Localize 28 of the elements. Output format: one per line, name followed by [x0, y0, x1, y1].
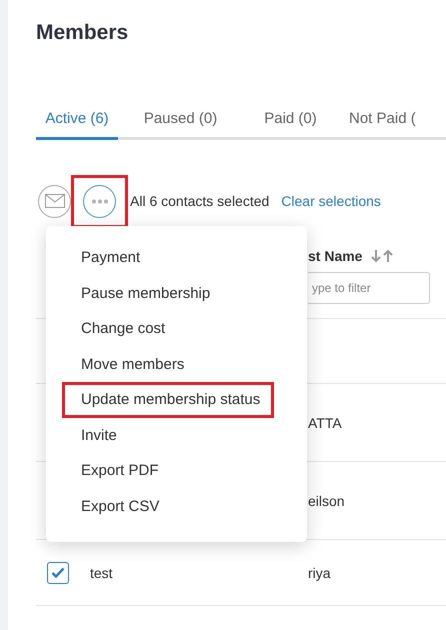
- tab[interactable]: Paid (0): [243, 98, 338, 140]
- page-title: Members: [36, 20, 128, 46]
- menu-item[interactable]: Change cost: [62, 311, 166, 346]
- filter-field[interactable]: ype to filter: [308, 272, 430, 304]
- table-cell: riya: [308, 564, 331, 580]
- envelope-icon: [44, 194, 64, 208]
- ellipsis-icon: [90, 198, 108, 204]
- table-cell: test: [90, 564, 113, 580]
- check-icon: [51, 567, 65, 578]
- table-cell: eilson: [308, 492, 345, 508]
- menu-item[interactable]: Export CSV: [62, 488, 160, 524]
- sort-icon: [370, 249, 394, 263]
- menu-item[interactable]: Export PDF: [62, 453, 159, 488]
- menu-item[interactable]: Invite: [62, 418, 117, 453]
- clear-selections-link[interactable]: Clear selections: [281, 193, 381, 209]
- tab[interactable]: Active (6): [36, 98, 118, 140]
- tab[interactable]: Not Paid (: [338, 98, 416, 140]
- email-button[interactable]: [38, 184, 71, 218]
- menu-item[interactable]: Pause membership: [62, 276, 210, 311]
- menu-item[interactable]: Payment: [62, 240, 140, 276]
- selection-text: All 6 contacts selected: [130, 193, 270, 209]
- table-cell: ATTA: [308, 414, 342, 430]
- tab[interactable]: Paused (0): [118, 98, 243, 140]
- column-header: st Name: [308, 248, 362, 264]
- menu-item[interactable]: Move members: [62, 346, 184, 382]
- more-button[interactable]: [83, 184, 116, 218]
- checkbox[interactable]: [47, 562, 69, 584]
- menu-item[interactable]: Update membership status: [62, 382, 274, 418]
